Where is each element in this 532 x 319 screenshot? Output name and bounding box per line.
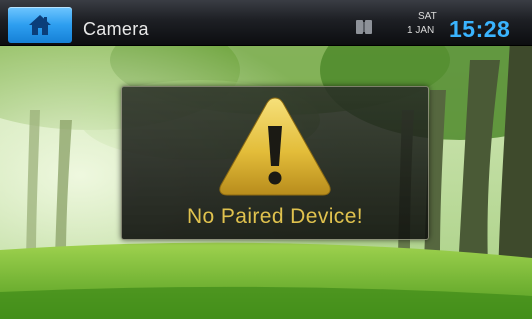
home-button[interactable] — [8, 7, 72, 43]
phone-book-icon — [356, 20, 372, 34]
warning-icon — [219, 97, 331, 196]
clock: 15:28 — [449, 16, 511, 42]
dialog-message: No Paired Device! — [186, 205, 364, 228]
alert-dialog: No Paired Device! — [121, 86, 429, 240]
screen: Camera SAT 1 JAN 15:28 No Paired Device! — [0, 0, 532, 319]
date-date: 1 JAN — [407, 25, 435, 36]
date-day: SAT — [418, 11, 437, 22]
page-title: Camera — [83, 19, 149, 39]
status-bar: Camera SAT 1 JAN 15:28 — [0, 0, 532, 46]
home-icon — [29, 15, 51, 35]
